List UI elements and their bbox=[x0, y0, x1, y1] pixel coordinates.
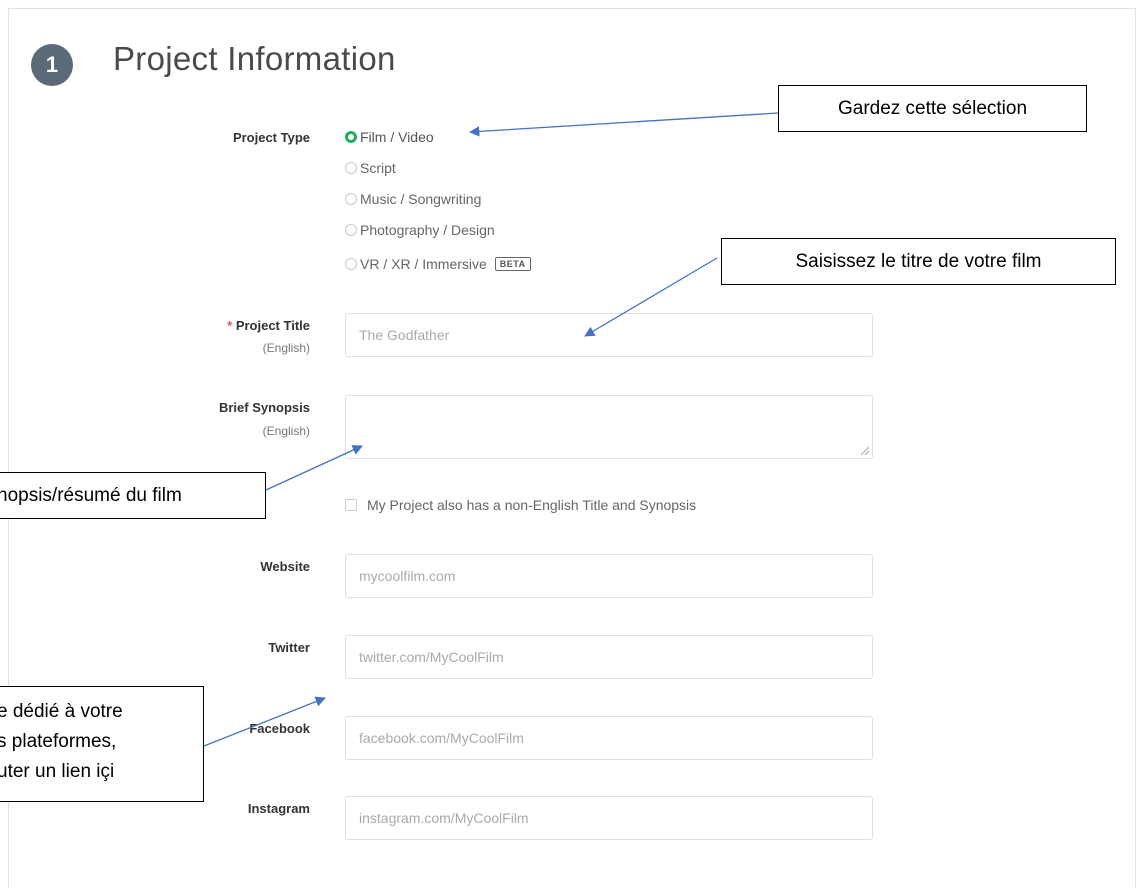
non-english-checkbox-label: My Project also has a non-English Title … bbox=[367, 497, 697, 513]
callout-enter-title-text: Saisissez le titre de votre film bbox=[795, 250, 1042, 272]
radio-label: Photography / Design bbox=[360, 222, 495, 238]
instagram-input[interactable] bbox=[346, 797, 872, 839]
radio-film-video[interactable]: Film / Video bbox=[345, 126, 434, 148]
callout-keep-selection-text: Gardez cette sélection bbox=[837, 97, 1028, 119]
project-title-sublabel: (English) bbox=[262, 341, 310, 355]
callout-enter-title: Saisissez le titre de votre film bbox=[721, 238, 1116, 285]
synopsis-field[interactable] bbox=[345, 395, 873, 459]
checkbox-icon[interactable] bbox=[345, 499, 357, 511]
section-title: Project Information bbox=[113, 40, 396, 77]
radio-label: VR / XR / Immersive bbox=[360, 256, 487, 272]
step-number-badge: 1 bbox=[31, 44, 73, 86]
radio-checked-icon bbox=[345, 131, 357, 143]
callout-social-line-3: uter un lien içi bbox=[0, 761, 115, 782]
facebook-field[interactable] bbox=[345, 716, 873, 760]
project-title-field[interactable] bbox=[345, 313, 873, 357]
radio-unchecked-icon bbox=[345, 193, 357, 205]
website-field[interactable] bbox=[345, 554, 873, 598]
non-english-checkbox-row[interactable]: My Project also has a non-English Title … bbox=[345, 497, 696, 513]
instagram-label: Instagram bbox=[247, 801, 310, 816]
required-mark: * bbox=[227, 318, 233, 333]
radio-label: Music / Songwriting bbox=[360, 191, 482, 207]
radio-unchecked-icon bbox=[345, 224, 357, 236]
instagram-field[interactable] bbox=[345, 796, 873, 840]
radio-photography-design[interactable]: Photography / Design bbox=[345, 219, 495, 241]
callout-synopsis: nopsis/résumé du film bbox=[0, 472, 266, 519]
twitter-field[interactable] bbox=[345, 635, 873, 679]
radio-label: Script bbox=[360, 160, 396, 176]
project-title-label: * Project Title bbox=[125, 318, 310, 333]
synopsis-textarea[interactable] bbox=[346, 396, 872, 458]
project-type-label: Project Type bbox=[232, 130, 310, 145]
radio-unchecked-icon bbox=[345, 258, 357, 270]
callout-social-links: e dédié à votre s plateformes, uter un l… bbox=[0, 686, 204, 802]
radio-script[interactable]: Script bbox=[345, 157, 396, 179]
radio-music-songwriting[interactable]: Music / Songwriting bbox=[345, 188, 481, 210]
synopsis-label: Brief Synopsis bbox=[218, 400, 310, 415]
twitter-input[interactable] bbox=[346, 636, 872, 678]
synopsis-sublabel: (English) bbox=[262, 424, 310, 438]
project-title-input[interactable] bbox=[346, 314, 872, 356]
website-label: Website bbox=[260, 559, 310, 574]
callout-social-line-2: s plateformes, bbox=[0, 731, 117, 752]
resize-handle-icon[interactable] bbox=[861, 447, 869, 455]
website-input[interactable] bbox=[346, 555, 872, 597]
facebook-input[interactable] bbox=[346, 717, 872, 759]
twitter-label: Twitter bbox=[268, 640, 310, 655]
radio-label: Film / Video bbox=[360, 129, 434, 145]
radio-unchecked-icon bbox=[345, 162, 357, 174]
radio-vr-xr-immersive[interactable]: VR / XR / Immersive BETA bbox=[345, 253, 531, 275]
callout-synopsis-text: nopsis/résumé du film bbox=[0, 484, 182, 506]
project-title-label-text: Project Title bbox=[235, 318, 310, 333]
callout-social-line-1: e dédié à votre bbox=[0, 701, 123, 722]
callout-keep-selection: Gardez cette sélection bbox=[778, 85, 1087, 132]
beta-badge: BETA bbox=[494, 257, 531, 271]
